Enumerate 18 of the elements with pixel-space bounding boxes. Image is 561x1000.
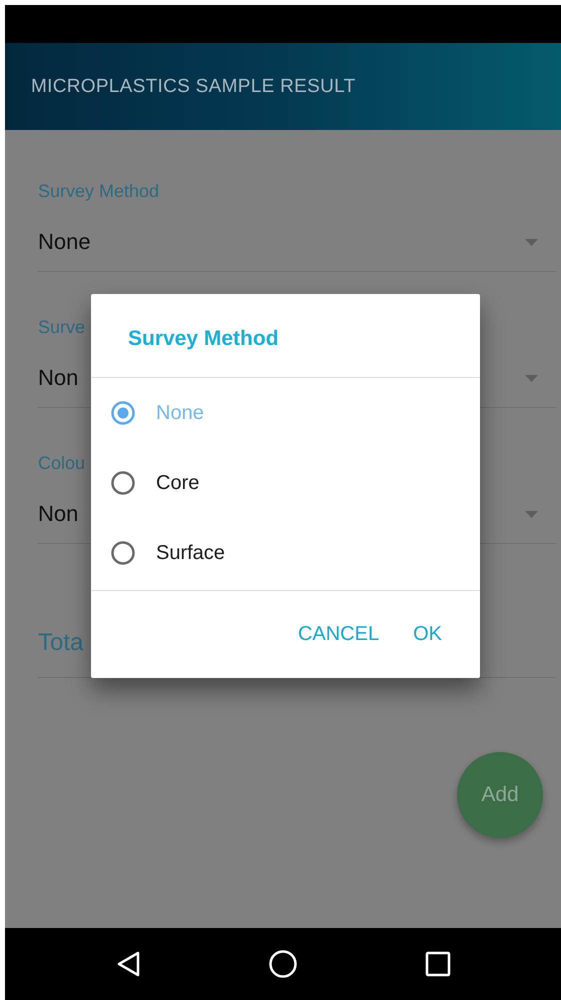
radio-button[interactable] <box>111 401 135 425</box>
home-icon[interactable] <box>268 949 298 979</box>
dropdown-value[interactable]: Non <box>38 499 78 529</box>
dialog-button[interactable]: OK <box>403 615 452 654</box>
dropdown-value[interactable]: Non <box>38 363 78 393</box>
field-label: Tota <box>38 628 84 658</box>
radio-option[interactable]: Core <box>91 448 480 518</box>
field-label: Surve <box>38 317 86 337</box>
radio-button[interactable] <box>111 541 135 565</box>
field-label: Survey Method <box>38 181 160 201</box>
app-bar-title: MICROPLASTICS SAMPLE RESULT <box>31 76 356 98</box>
radio-option[interactable]: Surface <box>91 518 480 588</box>
field-label: Colou <box>38 453 86 473</box>
recents-icon[interactable] <box>423 949 453 979</box>
dropdown-value[interactable]: None <box>38 227 91 257</box>
dialog-title: Survey Method <box>128 327 279 350</box>
radio-button[interactable] <box>111 471 135 495</box>
dialog-button[interactable]: CANCEL <box>288 615 390 654</box>
